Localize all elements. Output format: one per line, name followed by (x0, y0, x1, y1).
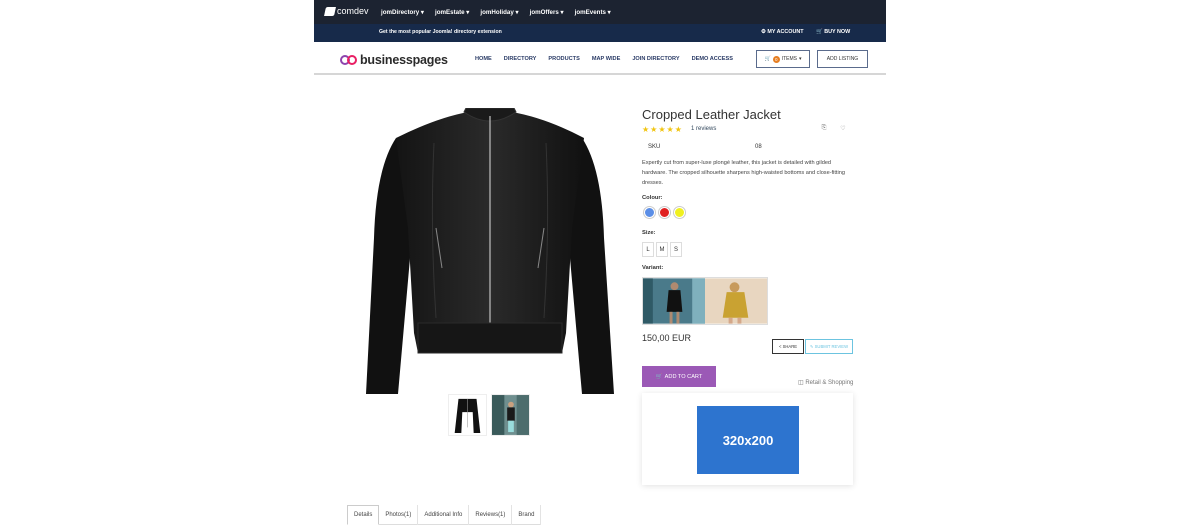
share-button[interactable]: < SHARE (772, 339, 804, 354)
cart-icon: 🛒 (764, 56, 771, 62)
size-option-l[interactable]: L (642, 242, 654, 257)
heart-icon[interactable]: ♡ (836, 122, 850, 134)
top-menu-label: jomEvents (574, 8, 606, 16)
star-icon: ★ (674, 125, 682, 134)
cart-items-label: ITEMS (781, 56, 797, 62)
top-menu-label: jomDirectory (381, 8, 420, 16)
cart-icon: 🛒 (655, 373, 663, 380)
promo-tagline: Get the most popular Joomla! directory e… (379, 29, 502, 35)
my-account-label: MY ACCOUNT (767, 29, 804, 35)
add-listing-button[interactable]: ADD LISTING (817, 50, 868, 68)
logo-prefix: business (360, 53, 413, 67)
my-account-link[interactable]: ⚙ MY ACCOUNT (761, 29, 804, 35)
page-frame: comdev jomDirectory ▾ jomEstate ▾ jomHol… (314, 0, 886, 525)
sku-label: SKU (648, 144, 661, 150)
rating-stars: ★ ★ ★ ★ ★ (642, 125, 682, 134)
nav-demo-access[interactable]: DEMO ACCESS (692, 56, 733, 62)
submit-review-button[interactable]: ✎ SUBMIT REVIEW (805, 339, 853, 354)
nav-products[interactable]: PRODUCTS (548, 56, 579, 62)
product-price: 150,00 EUR (642, 333, 692, 343)
star-icon: ★ (666, 125, 674, 134)
product-description: Expertly cut from super-luxe plongé leat… (642, 160, 845, 186)
product-main-image[interactable] (356, 108, 624, 394)
thumbnail-jacket[interactable] (448, 394, 487, 436)
colour-swatch-blue[interactable] (644, 207, 655, 218)
comdev-mark-icon (324, 6, 336, 16)
sku-value: 08 (755, 144, 762, 150)
colour-swatch-yellow[interactable] (674, 207, 685, 218)
comment-icon: ◫ (798, 380, 804, 386)
thumbnail-model[interactable] (491, 394, 530, 436)
add-to-cart-label: ADD TO CART (664, 373, 703, 380)
variant-images (642, 277, 768, 325)
variant-option-gold-dress[interactable] (705, 278, 767, 324)
buy-now-label: BUY NOW (824, 29, 851, 35)
size-option-m[interactable]: M (656, 242, 668, 257)
tab-brand[interactable]: Brand (512, 505, 542, 525)
share-label: SHARE (782, 344, 798, 349)
top-menu-item-jomestate[interactable]: jomEstate ▾ (435, 9, 469, 16)
users-icon: ⚙ (761, 29, 766, 35)
share-icon: < (778, 344, 782, 349)
top-bar: comdev jomDirectory ▾ jomEstate ▾ jomHol… (314, 0, 886, 24)
variant-label: Variant: (642, 265, 664, 271)
logo-text: businesspages (360, 53, 448, 67)
product-title: Cropped Leather Jacket (642, 107, 781, 122)
star-icon: ★ (650, 125, 658, 134)
tab-details[interactable]: Details (347, 505, 380, 525)
size-label: Size: (642, 230, 656, 236)
nav-map-wide[interactable]: MAP WIDE (592, 56, 621, 62)
nav-directory[interactable]: DIRECTORY (504, 56, 537, 62)
cart-icon: 🛒 (816, 29, 823, 35)
top-menu-label: jomHoliday (480, 8, 514, 16)
site-header: businesspages HOME DIRECTORY PRODUCTS MA… (314, 42, 886, 75)
tab-additional-info[interactable]: Additional Info (418, 505, 470, 525)
category-link[interactable]: ◫ Retail & Shopping (798, 379, 853, 386)
nav-home[interactable]: HOME (475, 56, 492, 62)
chevron-down-icon: ▾ (799, 56, 802, 62)
top-menu-item-jomoffers[interactable]: jomOffers ▾ (530, 9, 564, 16)
businesspages-logo[interactable]: businesspages (340, 53, 448, 67)
tab-photos[interactable]: Photos(1) (379, 505, 419, 525)
star-icon: ★ (642, 125, 650, 134)
infinity-logo-icon (340, 55, 357, 65)
ad-container: 320x200 (642, 393, 853, 485)
variant-option-dark-dress[interactable] (643, 278, 705, 324)
logo-suffix: pages (412, 53, 448, 67)
compare-icon[interactable]: ⎘ (817, 122, 831, 134)
nav-join-directory[interactable]: JOIN DIRECTORY (632, 56, 679, 62)
size-option-s[interactable]: S (670, 242, 682, 257)
top-menu-item-jomevents[interactable]: jomEvents ▾ (575, 9, 611, 16)
category-label: Retail & Shopping (805, 380, 854, 386)
pencil-icon: ✎ (809, 344, 814, 349)
colour-label: Colour: (642, 195, 663, 201)
buy-now-link[interactable]: 🛒 BUY NOW (816, 29, 850, 35)
cart-items-button[interactable]: 🛒 0 ITEMS ▾ (756, 50, 810, 68)
top-menu: jomDirectory ▾ jomEstate ▾ jomHoliday ▾ … (381, 0, 611, 24)
top-menu-item-jomholiday[interactable]: jomHoliday ▾ (480, 9, 518, 16)
add-to-cart-button[interactable]: 🛒 ADD TO CART (642, 366, 716, 387)
top-menu-item-jomdirectory[interactable]: jomDirectory ▾ (381, 9, 424, 16)
colour-swatch-red[interactable] (659, 207, 670, 218)
promo-strip: Get the most popular Joomla! directory e… (314, 24, 886, 42)
comdev-logo-text: comdev (337, 6, 369, 16)
main-nav: HOME DIRECTORY PRODUCTS MAP WIDE JOIN DI… (475, 56, 733, 62)
product-tabs: Details Photos(1) Additional Info Review… (347, 505, 542, 525)
submit-review-label: SUBMIT REVIEW (814, 344, 849, 349)
top-menu-label: jomOffers (529, 8, 559, 16)
star-icon: ★ (658, 125, 666, 134)
cart-count-badge: 0 (772, 55, 780, 63)
top-menu-label: jomEstate (435, 8, 465, 16)
image-thumbnails (448, 394, 530, 436)
comdev-logo[interactable]: comdev (324, 6, 369, 16)
reviews-link[interactable]: 1 reviews (691, 126, 716, 132)
tab-reviews[interactable]: Reviews(1) (469, 505, 513, 525)
ad-placeholder[interactable]: 320x200 (697, 406, 799, 474)
